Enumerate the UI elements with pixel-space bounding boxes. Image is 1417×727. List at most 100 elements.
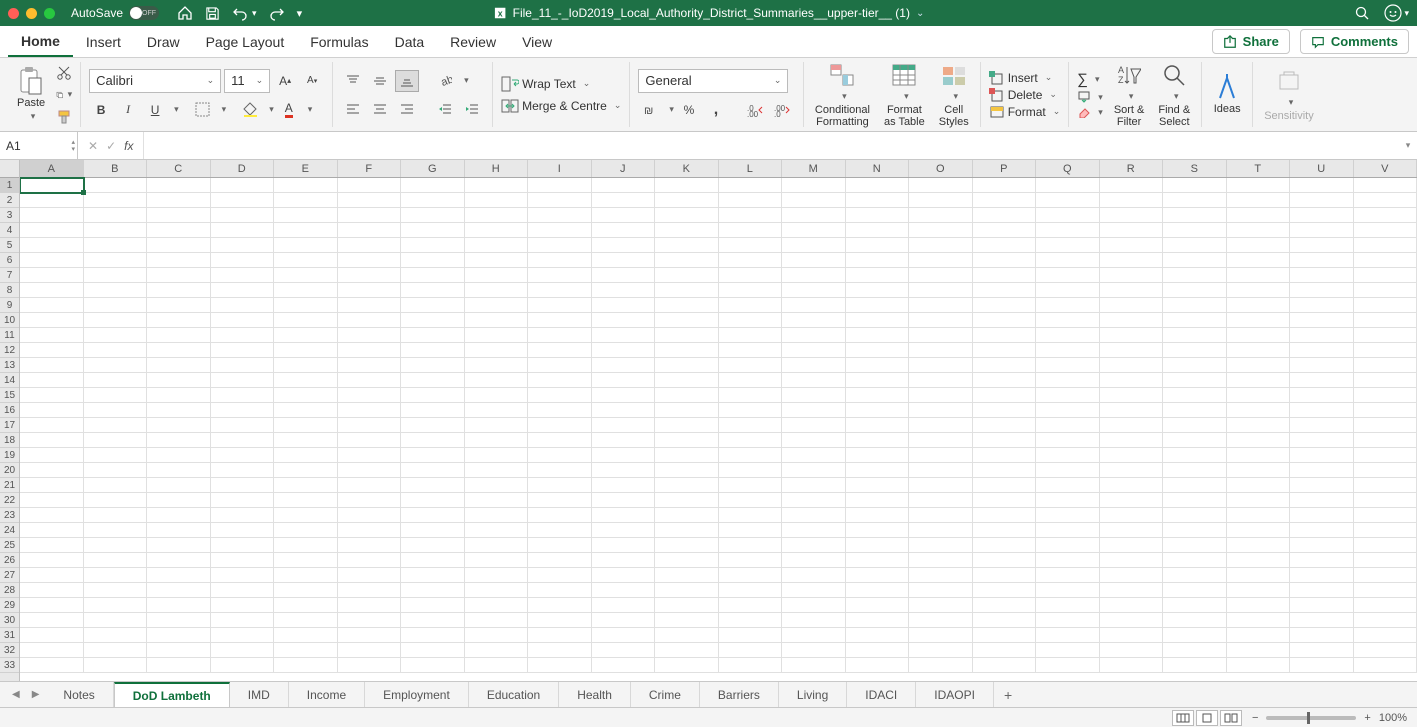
italic-button[interactable]: I — [116, 99, 140, 121]
cell-F11[interactable] — [338, 328, 402, 343]
cell-P16[interactable] — [973, 403, 1037, 418]
cell-N30[interactable] — [846, 613, 910, 628]
cell-R17[interactable] — [1100, 418, 1164, 433]
col-header-L[interactable]: L — [719, 160, 783, 177]
cell-K4[interactable] — [655, 223, 719, 238]
decrease-indent-icon[interactable] — [433, 98, 457, 120]
cell-O8[interactable] — [909, 283, 973, 298]
cell-J30[interactable] — [592, 613, 656, 628]
cell-H7[interactable] — [465, 268, 529, 283]
cell-R11[interactable] — [1100, 328, 1164, 343]
cell-R1[interactable] — [1100, 178, 1164, 193]
cell-Q29[interactable] — [1036, 598, 1100, 613]
tab-page-layout[interactable]: Page Layout — [193, 26, 298, 57]
row-header-11[interactable]: 11 — [0, 328, 19, 343]
cell-M24[interactable] — [782, 523, 846, 538]
cell-P24[interactable] — [973, 523, 1037, 538]
cell-K16[interactable] — [655, 403, 719, 418]
cell-D28[interactable] — [211, 583, 275, 598]
number-format-combo[interactable]: General⌄ — [638, 69, 788, 93]
cell-P33[interactable] — [973, 658, 1037, 673]
cell-C6[interactable] — [147, 253, 211, 268]
cell-N17[interactable] — [846, 418, 910, 433]
cell-A11[interactable] — [20, 328, 84, 343]
zoom-out-button[interactable]: − — [1252, 712, 1258, 724]
cell-I22[interactable] — [528, 493, 592, 508]
cell-E2[interactable] — [274, 193, 338, 208]
cell-R19[interactable] — [1100, 448, 1164, 463]
col-header-P[interactable]: P — [973, 160, 1037, 177]
cell-K15[interactable] — [655, 388, 719, 403]
row-header-9[interactable]: 9 — [0, 298, 19, 313]
fill-button[interactable]: ▾ — [1077, 91, 1103, 103]
cell-Q19[interactable] — [1036, 448, 1100, 463]
row-header-19[interactable]: 19 — [0, 448, 19, 463]
cell-O16[interactable] — [909, 403, 973, 418]
cell-O24[interactable] — [909, 523, 973, 538]
cell-Q14[interactable] — [1036, 373, 1100, 388]
cell-C7[interactable] — [147, 268, 211, 283]
cell-L12[interactable] — [719, 343, 783, 358]
cell-F14[interactable] — [338, 373, 402, 388]
cell-J31[interactable] — [592, 628, 656, 643]
cell-J28[interactable] — [592, 583, 656, 598]
cell-I31[interactable] — [528, 628, 592, 643]
cell-D33[interactable] — [211, 658, 275, 673]
cell-N14[interactable] — [846, 373, 910, 388]
select-all-corner[interactable] — [0, 160, 19, 178]
cell-U21[interactable] — [1290, 478, 1354, 493]
cell-C5[interactable] — [147, 238, 211, 253]
cell-N26[interactable] — [846, 553, 910, 568]
cell-F30[interactable] — [338, 613, 402, 628]
cell-B23[interactable] — [84, 508, 148, 523]
page-break-view-icon[interactable] — [1220, 710, 1242, 726]
account-icon[interactable]: ▾ — [1384, 4, 1409, 22]
cell-J33[interactable] — [592, 658, 656, 673]
cell-P21[interactable] — [973, 478, 1037, 493]
cell-H9[interactable] — [465, 298, 529, 313]
col-header-O[interactable]: O — [909, 160, 973, 177]
cell-P14[interactable] — [973, 373, 1037, 388]
cell-J23[interactable] — [592, 508, 656, 523]
cell-G28[interactable] — [401, 583, 465, 598]
cell-D2[interactable] — [211, 193, 275, 208]
cell-T17[interactable] — [1227, 418, 1291, 433]
cell-J8[interactable] — [592, 283, 656, 298]
cell-K32[interactable] — [655, 643, 719, 658]
cell-U4[interactable] — [1290, 223, 1354, 238]
cell-B10[interactable] — [84, 313, 148, 328]
cell-A18[interactable] — [20, 433, 84, 448]
search-icon[interactable] — [1354, 5, 1370, 21]
borders-icon[interactable] — [191, 99, 215, 121]
cell-N25[interactable] — [846, 538, 910, 553]
cell-B4[interactable] — [84, 223, 148, 238]
cell-B33[interactable] — [84, 658, 148, 673]
cell-B6[interactable] — [84, 253, 148, 268]
cell-N10[interactable] — [846, 313, 910, 328]
cell-G3[interactable] — [401, 208, 465, 223]
cell-I15[interactable] — [528, 388, 592, 403]
cell-J14[interactable] — [592, 373, 656, 388]
cell-C3[interactable] — [147, 208, 211, 223]
cell-N15[interactable] — [846, 388, 910, 403]
cell-A13[interactable] — [20, 358, 84, 373]
cell-T4[interactable] — [1227, 223, 1291, 238]
cell-R7[interactable] — [1100, 268, 1164, 283]
cell-K12[interactable] — [655, 343, 719, 358]
cell-M23[interactable] — [782, 508, 846, 523]
cell-S11[interactable] — [1163, 328, 1227, 343]
cell-D3[interactable] — [211, 208, 275, 223]
cell-B9[interactable] — [84, 298, 148, 313]
cell-I25[interactable] — [528, 538, 592, 553]
cell-T7[interactable] — [1227, 268, 1291, 283]
cell-J20[interactable] — [592, 463, 656, 478]
row-header-27[interactable]: 27 — [0, 568, 19, 583]
sheet-tab-imd[interactable]: IMD — [230, 682, 289, 707]
zoom-in-button[interactable]: + — [1364, 712, 1370, 724]
increase-indent-icon[interactable] — [460, 98, 484, 120]
cell-F15[interactable] — [338, 388, 402, 403]
cell-F28[interactable] — [338, 583, 402, 598]
cell-S19[interactable] — [1163, 448, 1227, 463]
cell-P4[interactable] — [973, 223, 1037, 238]
cell-D18[interactable] — [211, 433, 275, 448]
